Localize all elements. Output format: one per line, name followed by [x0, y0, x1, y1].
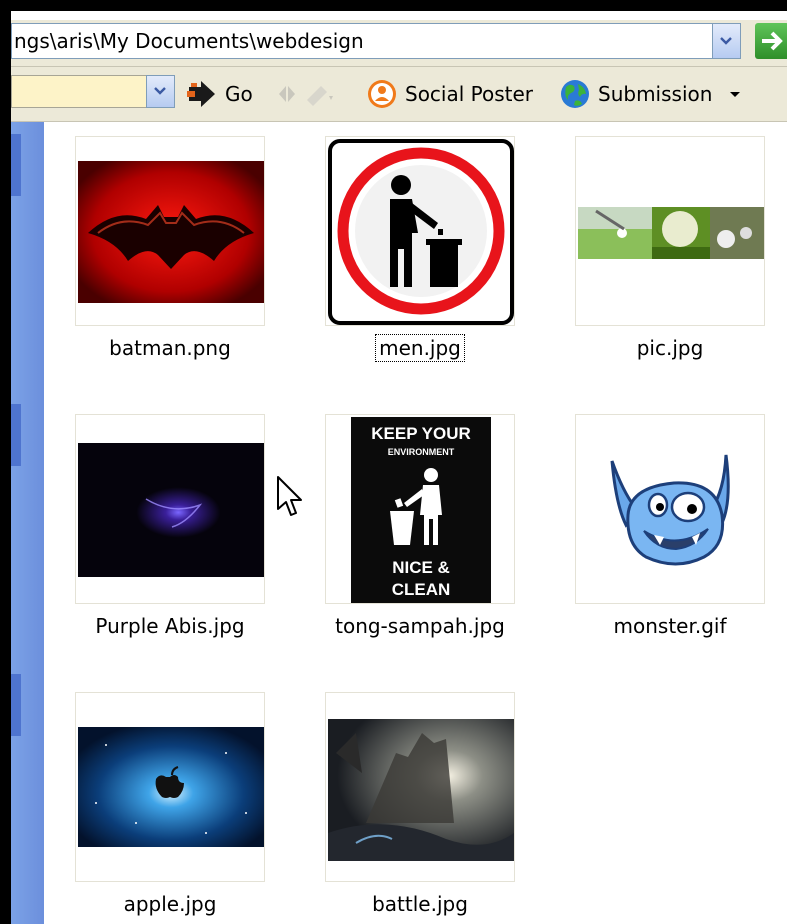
pen-icon [307, 86, 333, 106]
pen-tool-button[interactable] [277, 79, 333, 109]
back-forward-icon [279, 86, 295, 102]
file-thumbnail[interactable] [75, 414, 265, 604]
file-name: batman.png [109, 336, 231, 360]
address-bar: ngs\aris\My Documents\webdesign [11, 20, 787, 67]
file-thumbnail[interactable] [75, 692, 265, 882]
golf-thumbnail-image [578, 207, 764, 259]
file-name: monster.gif [613, 614, 727, 638]
file-name: battle.jpg [372, 892, 468, 916]
submission-label: Submission [598, 82, 713, 106]
file-name: men.jpg [375, 334, 465, 362]
address-go-button[interactable] [755, 23, 787, 59]
chevron-down-icon [720, 37, 732, 45]
search-dropdown-button[interactable] [146, 75, 175, 108]
submission-button[interactable]: Submission [560, 79, 741, 109]
file-name: pic.jpg [636, 336, 704, 360]
globe-icon [561, 80, 589, 108]
file-name: tong-sampah.jpg [335, 614, 505, 638]
file-thumbnail[interactable] [575, 414, 765, 604]
monster-thumbnail-image [610, 454, 730, 566]
keep-clean-sign-image: KEEP YOUR ENVIRONMENT NICE & CLEAN [351, 417, 491, 603]
screen: ngs\aris\My Documents\webdesign Go Socia… [0, 0, 787, 924]
sign-line-1: KEEP YOUR [371, 424, 471, 443]
batman-thumbnail-image [78, 161, 264, 303]
task-pane-notch [11, 134, 21, 196]
go-arrow-icon [187, 81, 215, 107]
no-littering-sign-image [328, 139, 514, 325]
go-button[interactable]: Go [187, 79, 253, 109]
address-dropdown-button[interactable] [712, 23, 741, 59]
battle-thumbnail-image [328, 719, 514, 861]
task-pane-notch [11, 674, 21, 736]
thumbnail-view: batman.png men.jpg pic.jpg Purple Abis.j… [44, 122, 787, 924]
go-label: Go [225, 82, 253, 106]
task-pane-edge [11, 122, 44, 924]
social-poster-label: Social Poster [405, 82, 534, 106]
file-thumbnail[interactable] [575, 136, 765, 326]
task-pane-notch [11, 404, 21, 466]
sign-line-3: NICE & [392, 558, 450, 577]
file-thumbnail[interactable] [325, 692, 515, 882]
purple-abyss-thumbnail-image [78, 443, 264, 577]
sign-line-2: ENVIRONMENT [388, 447, 455, 457]
social-poster-button[interactable]: Social Poster [367, 79, 533, 109]
file-thumbnail[interactable] [75, 136, 265, 326]
file-name: apple.jpg [123, 892, 217, 916]
chevron-down-icon [154, 87, 166, 95]
sign-line-4: CLEAN [392, 580, 451, 599]
address-input[interactable]: ngs\aris\My Documents\webdesign [11, 23, 741, 59]
toolbar: Go Social Poster Submission [11, 67, 787, 122]
explorer-window: ngs\aris\My Documents\webdesign Go Socia… [11, 11, 787, 924]
arrow-right-icon [762, 31, 783, 51]
apple-thumbnail-image [78, 727, 264, 847]
file-thumbnail[interactable] [325, 136, 515, 326]
social-poster-icon [368, 80, 396, 108]
file-thumbnail[interactable]: KEEP YOUR ENVIRONMENT NICE & CLEAN [325, 414, 515, 604]
file-name: Purple Abis.jpg [95, 614, 245, 638]
mouse-cursor-icon [277, 476, 302, 516]
caret-down-icon [730, 92, 741, 97]
